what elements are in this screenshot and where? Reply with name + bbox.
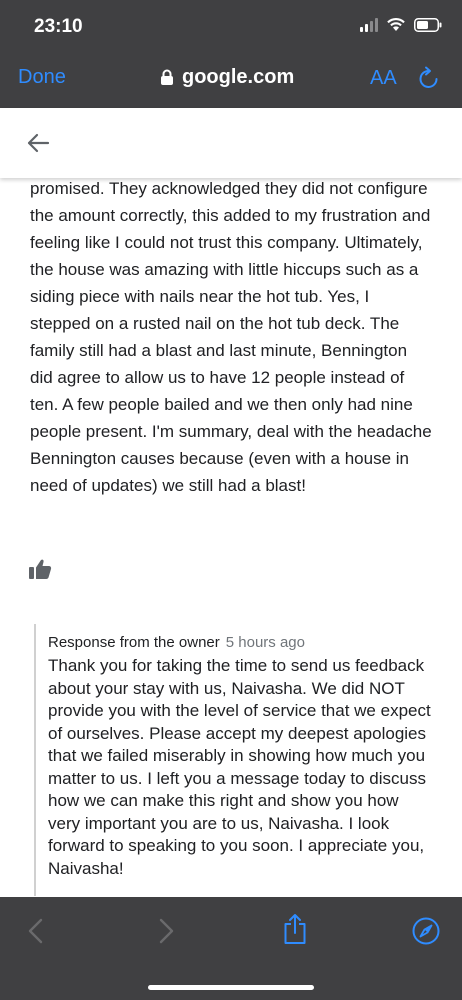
- owner-response-header: Response from the owner 5 hours ago: [48, 633, 434, 653]
- review-text: promised. They acknowledged they did not…: [30, 179, 432, 495]
- owner-response-label: Response from the owner: [48, 634, 220, 651]
- back-arrow-icon[interactable]: [26, 132, 50, 159]
- battery-icon: [414, 17, 442, 32]
- url-text: google.com: [182, 66, 295, 88]
- status-time: 23:10: [34, 16, 83, 37]
- forward-chevron-icon[interactable]: [156, 917, 176, 950]
- like-thumb-icon[interactable]: [28, 558, 52, 585]
- back-chevron-icon[interactable]: [26, 917, 46, 950]
- done-button[interactable]: Done: [18, 66, 66, 89]
- lock-icon: [161, 69, 173, 85]
- wifi-icon: [386, 17, 406, 32]
- reload-icon[interactable]: [417, 66, 441, 97]
- safari-compass-icon[interactable]: [411, 916, 441, 951]
- status-icons: [360, 17, 442, 32]
- address-bar[interactable]: google.com: [160, 66, 294, 89]
- owner-response: Response from the owner 5 hours ago Thank…: [34, 624, 434, 896]
- browser-chrome: 23:10 Done google.com AA: [0, 0, 462, 108]
- home-indicator: [148, 985, 314, 990]
- share-icon[interactable]: [282, 913, 308, 950]
- page-header: [0, 108, 462, 178]
- owner-response-time: 5 hours ago: [225, 634, 305, 651]
- owner-response-text: Thank you for taking the time to send us…: [48, 656, 431, 878]
- text-size-button[interactable]: AA: [370, 67, 397, 90]
- cellular-signal-icon: [360, 17, 378, 32]
